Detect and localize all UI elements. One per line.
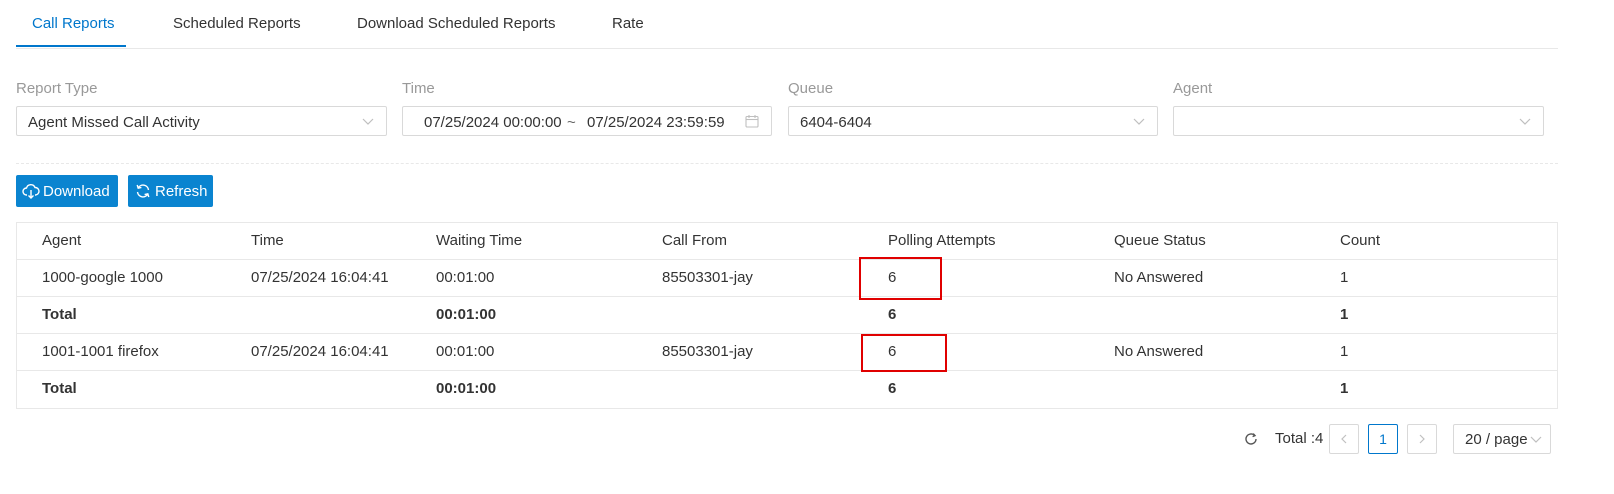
cell-waiting-time: 00:01:00 [436, 343, 495, 360]
page-size-select[interactable]: 20 / page [1453, 424, 1551, 454]
table-total-row: Total 00:01:00 6 1 [17, 297, 1557, 334]
active-tab-indicator [16, 45, 126, 47]
agent-label: Agent [1173, 80, 1213, 97]
tab-call-reports[interactable]: Call Reports [32, 0, 115, 48]
cell-waiting-time: 00:01:00 [436, 269, 495, 286]
chevron-down-icon [1133, 115, 1145, 127]
time-range-picker[interactable]: 07/25/2024 00:00:00 ~ 07/25/2024 23:59:5… [402, 106, 772, 136]
chevron-right-icon [1417, 431, 1427, 447]
chevron-left-icon [1339, 431, 1349, 447]
calendar-icon [745, 114, 759, 128]
refresh-icon [134, 182, 152, 200]
next-page-button[interactable] [1407, 424, 1437, 454]
column-header-queue-status: Queue Status [1114, 232, 1206, 249]
report-type-select[interactable]: Agent Missed Call Activity [16, 106, 387, 136]
chevron-down-icon [362, 115, 374, 127]
page-size-value: 20 / page [1465, 431, 1528, 448]
tab-rate[interactable]: Rate [612, 0, 644, 48]
table-total-row: Total 00:01:00 6 1 [17, 371, 1557, 408]
queue-select[interactable]: 6404-6404 [788, 106, 1158, 136]
download-button[interactable]: Download [16, 175, 118, 207]
cloud-download-icon [22, 182, 40, 200]
queue-label: Queue [788, 80, 834, 97]
cell-time: 07/25/2024 16:04:41 [251, 269, 389, 286]
reload-icon[interactable] [1243, 431, 1259, 447]
column-header-time: Time [251, 232, 284, 249]
report-tabs: Call Reports Scheduled Reports Download … [16, 0, 1558, 49]
prev-page-button[interactable] [1329, 424, 1359, 454]
cell-count: 1 [1340, 343, 1349, 360]
chevron-down-icon [1530, 433, 1542, 445]
report-type-value: Agent Missed Call Activity [28, 114, 200, 131]
queue-value: 6404-6404 [800, 114, 872, 131]
cell-polling-attempts: 6 [888, 380, 897, 397]
column-header-count: Count [1340, 232, 1381, 249]
column-header-call-from: Call From [662, 232, 728, 249]
time-label: Time [402, 80, 435, 97]
cell-call-from: 85503301-jay [662, 343, 753, 360]
table-header: Agent Time Waiting Time Call From Pollin… [17, 223, 1557, 260]
report-table: Agent Time Waiting Time Call From Pollin… [16, 222, 1558, 409]
chevron-down-icon [1519, 115, 1531, 127]
page-number-button[interactable]: 1 [1368, 424, 1398, 454]
table-row: 1000-google 1000 07/25/2024 16:04:41 00:… [17, 260, 1557, 297]
cell-queue-status: No Answered [1114, 269, 1204, 286]
time-range-separator: ~ [567, 114, 576, 131]
report-type-label: Report Type [16, 80, 98, 97]
highlight-box [861, 334, 947, 372]
highlight-box [859, 257, 942, 300]
time-start[interactable]: 07/25/2024 00:00:00 [424, 114, 562, 131]
cell-polling-attempts: 6 [888, 306, 897, 323]
cell-call-from: 85503301-jay [662, 269, 753, 286]
cell-agent: 1000-google 1000 [42, 269, 163, 286]
filter-divider [16, 163, 1558, 164]
cell-agent: 1001-1001 firefox [42, 343, 159, 360]
cell-count: 1 [1340, 269, 1349, 286]
tab-scheduled-reports[interactable]: Scheduled Reports [173, 0, 301, 48]
cell-waiting-time: 00:01:00 [436, 306, 497, 323]
pagination-total: Total :4 [1275, 430, 1324, 447]
refresh-button[interactable]: Refresh [128, 175, 213, 207]
column-header-polling-attempts: Polling Attempts [888, 232, 996, 249]
column-header-agent: Agent [42, 232, 82, 249]
agent-select[interactable] [1173, 106, 1544, 136]
tab-download-scheduled-reports[interactable]: Download Scheduled Reports [357, 0, 555, 48]
cell-agent: Total [42, 380, 77, 397]
cell-queue-status: No Answered [1114, 343, 1204, 360]
cell-time: 07/25/2024 16:04:41 [251, 343, 389, 360]
table-row: 1001-1001 firefox 07/25/2024 16:04:41 00… [17, 334, 1557, 371]
time-end[interactable]: 07/25/2024 23:59:59 [587, 114, 725, 131]
download-button-label: Download [43, 182, 110, 200]
refresh-button-label: Refresh [155, 182, 208, 200]
cell-waiting-time: 00:01:00 [436, 380, 497, 397]
column-header-waiting-time: Waiting Time [436, 232, 523, 249]
cell-agent: Total [42, 306, 77, 323]
cell-count: 1 [1340, 306, 1349, 323]
cell-count: 1 [1340, 380, 1349, 397]
